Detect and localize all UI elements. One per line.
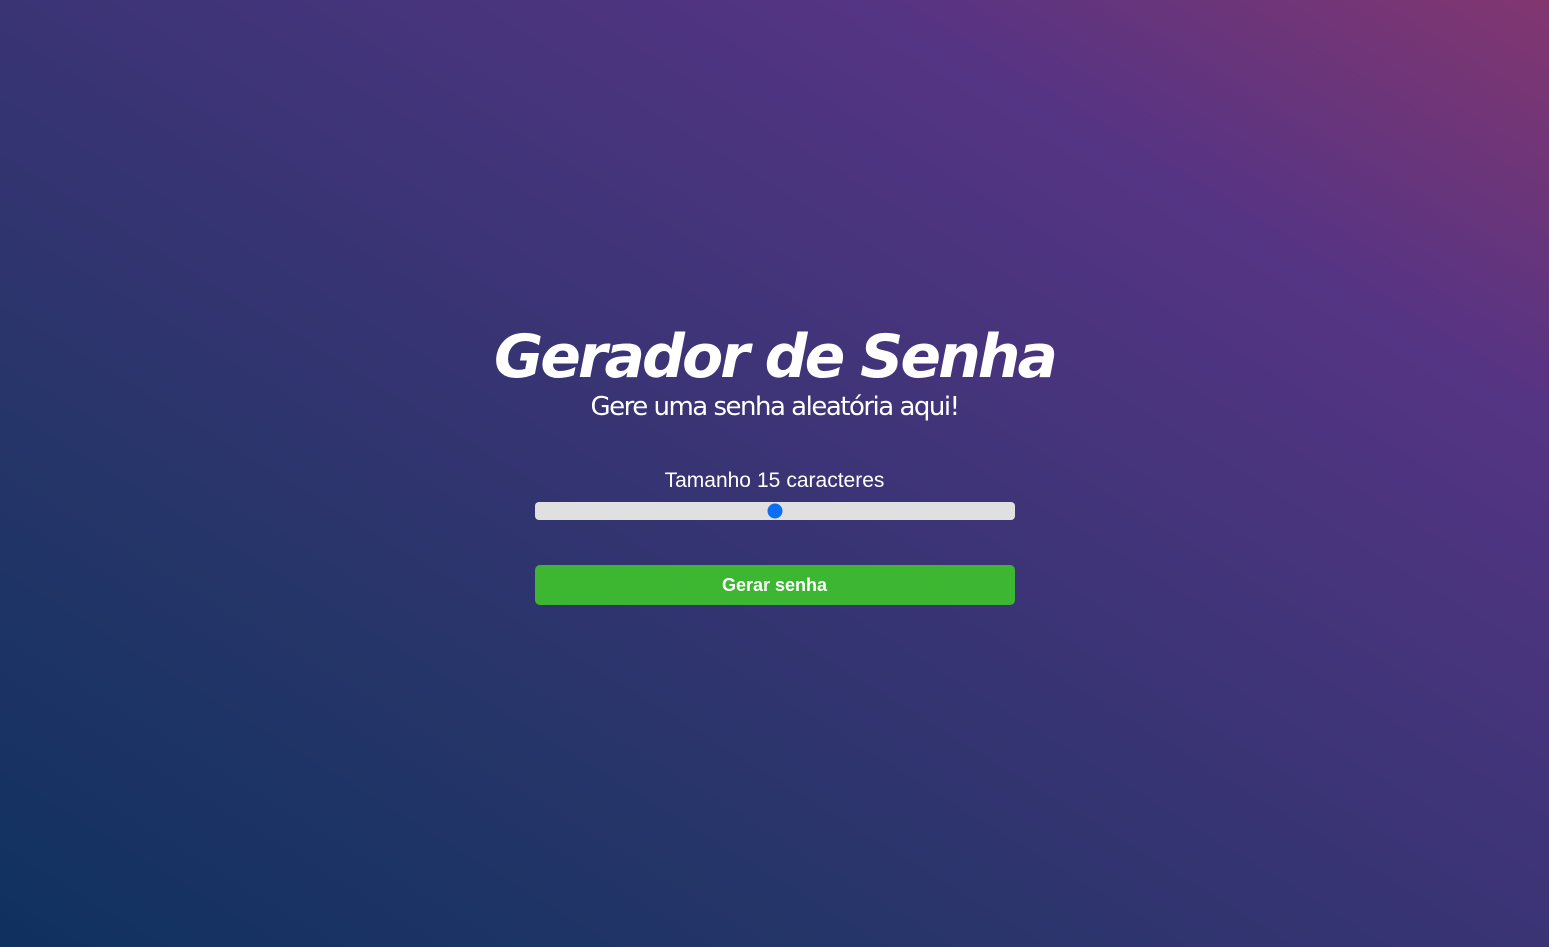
size-label-suffix: caracteres	[786, 469, 885, 492]
length-slider-thumb[interactable]	[767, 503, 782, 519]
size-label: Tamanho 15 caracteres	[665, 468, 885, 494]
page-subtitle: Gere uma senha aleatória aqui!	[590, 392, 960, 422]
generate-password-button[interactable]: Gerar senha	[534, 565, 1015, 605]
length-slider[interactable]	[534, 502, 1015, 520]
page-title: Gerador de Senha	[493, 322, 1058, 392]
password-generator: Gerador de Senha Gere uma senha aleatóri…	[0, 318, 1549, 605]
size-value: 15	[756, 469, 781, 492]
size-label-prefix: Tamanho	[664, 469, 751, 492]
